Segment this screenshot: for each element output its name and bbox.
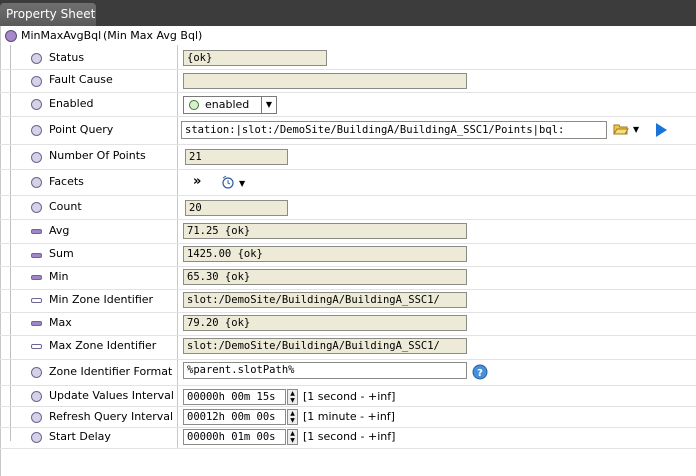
zone-identifier-format-label: Zone Identifier Format bbox=[49, 365, 173, 378]
fault-cause-label: Fault Cause bbox=[49, 73, 113, 86]
avg-value: 71.25 {ok} bbox=[183, 223, 467, 239]
svg-text:?: ? bbox=[477, 368, 483, 379]
row-status: Status bbox=[0, 47, 696, 70]
refresh-query-interval-label: Refresh Query Interval bbox=[49, 410, 174, 423]
play-icon[interactable] bbox=[654, 122, 668, 138]
update-values-interval-range: [1 second - +inf] bbox=[303, 390, 396, 403]
row-number-of-points: Number Of Points bbox=[0, 145, 696, 170]
root-description: (Min Max Avg Bql) bbox=[103, 29, 203, 42]
point-query-input[interactable]: station:|slot:/DemoSite/BuildingA/Buildi… bbox=[181, 121, 607, 139]
property-icon bbox=[31, 99, 42, 110]
status-label: Status bbox=[49, 51, 85, 64]
row-facets: Facets bbox=[0, 170, 696, 196]
update-values-interval-label: Update Values Interval bbox=[49, 389, 174, 402]
refresh-query-interval-input[interactable]: 00012h 00m 00s bbox=[183, 409, 286, 425]
root-node[interactable]: MinMaxAvgBql (Min Max Avg Bql) bbox=[0, 27, 696, 45]
fault-cause-value bbox=[183, 73, 467, 89]
max-zone-identifier-label: Max Zone Identifier bbox=[49, 339, 157, 352]
numeric-slot-icon bbox=[31, 229, 42, 234]
start-delay-label: Start Delay bbox=[49, 430, 111, 443]
numeric-slot-icon bbox=[31, 321, 42, 326]
max-value: 79.20 {ok} bbox=[183, 315, 467, 331]
folder-icon[interactable] bbox=[613, 122, 629, 136]
property-icon bbox=[31, 412, 42, 423]
interval-spinner[interactable]: ▲ ▼ bbox=[287, 429, 298, 445]
property-icon bbox=[31, 432, 42, 443]
interval-spinner[interactable]: ▲ ▼ bbox=[287, 409, 298, 425]
row-count: Count bbox=[0, 196, 696, 220]
point-query-label: Point Query bbox=[49, 123, 114, 136]
tab-property-sheet[interactable]: Property Sheet bbox=[0, 3, 96, 26]
min-label: Min bbox=[49, 270, 69, 283]
status-value: {ok} bbox=[183, 50, 327, 66]
sum-value: 1425.00 {ok} bbox=[183, 246, 467, 262]
chevron-down-icon[interactable]: ▼ bbox=[633, 125, 639, 134]
count-value: 20 bbox=[185, 200, 288, 216]
property-icon bbox=[31, 177, 42, 188]
root-name: MinMaxAvgBql bbox=[21, 29, 102, 42]
status-ok-icon bbox=[189, 100, 199, 110]
min-value: 65.30 {ok} bbox=[183, 269, 467, 285]
count-label: Count bbox=[49, 200, 82, 213]
string-slot-icon bbox=[31, 344, 42, 349]
sum-label: Sum bbox=[49, 247, 74, 260]
enabled-value: enabled bbox=[205, 98, 250, 111]
number-of-points-value: 21 bbox=[185, 149, 288, 165]
property-icon bbox=[31, 53, 42, 64]
clock-icon[interactable] bbox=[221, 175, 235, 189]
avg-label: Avg bbox=[49, 224, 70, 237]
property-icon bbox=[31, 391, 42, 402]
facets-label: Facets bbox=[49, 175, 84, 188]
enabled-label: Enabled bbox=[49, 97, 94, 110]
facets-value[interactable]: » bbox=[193, 174, 201, 189]
help-icon[interactable]: ? bbox=[472, 364, 488, 380]
property-icon bbox=[31, 202, 42, 213]
numeric-slot-icon bbox=[31, 275, 42, 280]
enabled-select[interactable]: enabled ▼ bbox=[183, 96, 277, 114]
number-of-points-label: Number Of Points bbox=[49, 149, 146, 162]
min-zone-identifier-value: slot:/DemoSite/BuildingA/BuildingA_SSC1/ bbox=[183, 292, 467, 308]
string-slot-icon bbox=[31, 298, 42, 303]
start-delay-range: [1 second - +inf] bbox=[303, 430, 396, 443]
update-values-interval-input[interactable]: 00000h 00m 15s bbox=[183, 389, 286, 405]
min-zone-identifier-label: Min Zone Identifier bbox=[49, 293, 154, 306]
chevron-down-icon[interactable]: ▼ bbox=[261, 97, 276, 113]
max-label: Max bbox=[49, 316, 72, 329]
zone-identifier-format-input[interactable]: %parent.slotPath% bbox=[183, 362, 467, 379]
interval-spinner[interactable]: ▲ ▼ bbox=[287, 389, 298, 405]
row-enabled: Enabled bbox=[0, 93, 696, 117]
start-delay-input[interactable]: 00000h 01m 00s bbox=[183, 429, 286, 445]
max-zone-identifier-value: slot:/DemoSite/BuildingA/BuildingA_SSC1/ bbox=[183, 338, 467, 354]
property-icon bbox=[31, 367, 42, 378]
property-icon bbox=[31, 125, 42, 136]
property-icon bbox=[31, 152, 42, 163]
component-icon bbox=[5, 30, 17, 42]
title-bar: Property Sheet bbox=[0, 0, 696, 26]
chevron-down-icon[interactable]: ▼ bbox=[239, 179, 245, 188]
refresh-query-interval-range: [1 minute - +inf] bbox=[303, 410, 395, 423]
numeric-slot-icon bbox=[31, 253, 42, 258]
property-icon bbox=[31, 76, 42, 87]
